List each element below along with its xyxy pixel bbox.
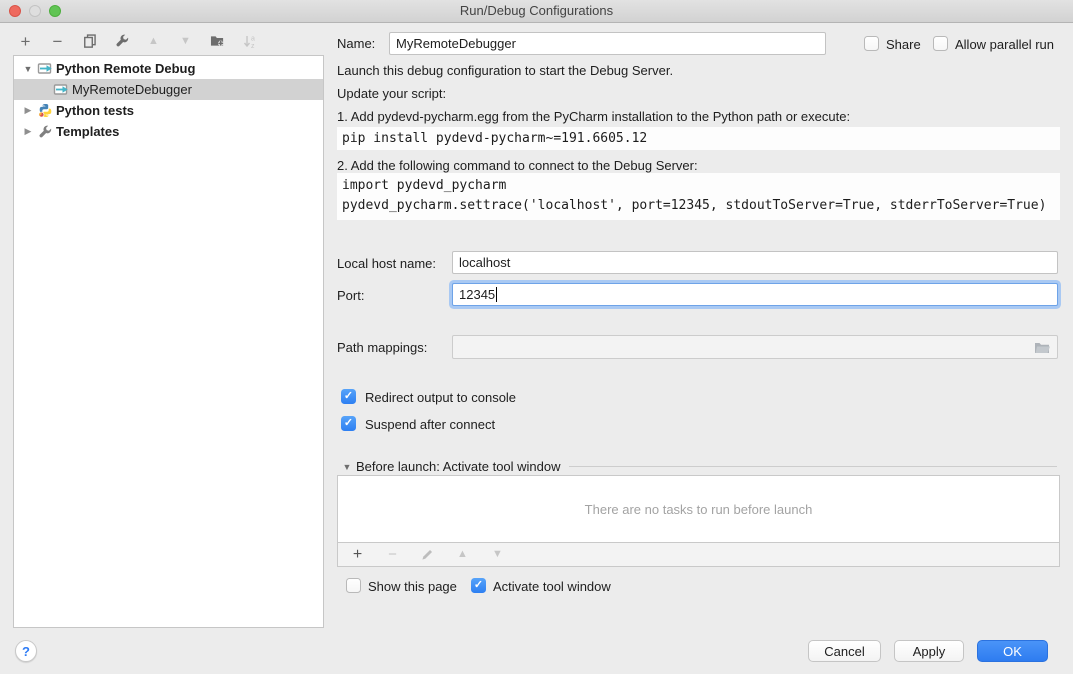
show-this-page-checkbox[interactable] [346,578,361,593]
local-host-input[interactable] [452,251,1058,274]
update-script-heading: Update your script: [337,86,446,101]
edit-defaults-button[interactable] [112,32,131,51]
python-tests-icon [36,103,54,118]
disclosure-open-icon[interactable]: ▼ [341,462,353,472]
edit-task-button[interactable] [418,545,437,564]
templates-wrench-icon [36,125,54,139]
allow-parallel-run-checkbox[interactable] [933,36,948,51]
apply-button[interactable]: Apply [894,640,964,662]
wrench-icon [115,34,129,48]
new-folder-icon [210,34,225,48]
add-configuration-button[interactable]: + [16,32,35,51]
plus-icon: + [21,33,31,50]
before-launch-toolbar: + − ▲ ▼ [337,542,1060,567]
window-title: Run/Debug Configurations [0,0,1073,22]
step2-text: 2. Add the following command to connect … [337,158,698,173]
check-icon: ✓ [344,391,353,402]
move-up-button[interactable]: ▲ [144,32,163,51]
svg-text:a: a [251,35,255,42]
intro-text: Launch this debug configuration to start… [337,63,673,78]
pencil-icon [421,548,434,561]
create-folder-button[interactable] [208,32,227,51]
share-label[interactable]: Share [886,37,921,52]
tree-item-myremotedebugger[interactable]: MyRemoteDebugger [14,79,323,100]
code-line-2: pydevd_pycharm.settrace('localhost', por… [342,196,1055,216]
disclosure-closed-icon[interactable]: ▶ [20,105,36,116]
show-this-page-label[interactable]: Show this page [368,579,457,594]
add-task-button[interactable]: + [348,545,367,564]
browse-mappings-button[interactable] [1034,342,1050,354]
settrace-code-block: import pydevd_pycharm pydevd_pycharm.set… [337,173,1060,220]
sort-az-icon: az [243,34,257,49]
name-label: Name: [337,36,375,51]
suspend-after-connect-label[interactable]: Suspend after connect [365,417,495,432]
check-icon: ✓ [474,580,483,591]
minus-icon: − [53,33,63,50]
disclosure-open-icon[interactable]: ▼ [20,64,36,74]
check-icon: ✓ [344,418,353,429]
step1-text: 1. Add pydevd-pycharm.egg from the PyCha… [337,109,850,124]
before-launch-title: Before launch: Activate tool window [356,459,561,474]
path-mappings-label: Path mappings: [337,340,427,355]
before-launch-header[interactable]: ▼ Before launch: Activate tool window [341,459,1057,474]
help-button[interactable]: ? [15,640,37,662]
folder-icon [1034,342,1050,354]
run-debug-configurations-dialog: { "window": { "title": "Run/Debug Config… [0,0,1073,674]
port-input[interactable]: 12345 [452,283,1058,306]
tree-item-label: MyRemoteDebugger [72,82,192,97]
remote-debug-config-icon [36,62,54,75]
share-checkbox[interactable] [864,36,879,51]
tree-item-python-tests[interactable]: ▶ Python tests [14,100,323,121]
configurations-tree: ▼ Python Remote Debug MyRemoteDebugger ▶… [13,55,324,628]
svg-text:z: z [251,43,255,49]
remote-debug-config-icon [52,83,70,96]
minus-icon: − [388,547,397,562]
triangle-up-icon: ▲ [457,549,468,560]
pip-install-command: pip install pydevd-pycharm~=191.6605.12 [337,127,1060,150]
empty-tasks-text: There are no tasks to run before launch [585,502,813,517]
ok-button[interactable]: OK [977,640,1048,662]
triangle-down-icon: ▼ [492,549,503,560]
local-host-label: Local host name: [337,256,436,271]
redirect-output-label[interactable]: Redirect output to console [365,390,516,405]
cancel-button[interactable]: Cancel [808,640,881,662]
activate-tool-window-label[interactable]: Activate tool window [493,579,611,594]
port-value: 12345 [459,287,495,302]
disclosure-closed-icon[interactable]: ▶ [20,126,36,137]
triangle-up-icon: ▲ [148,36,159,47]
title-bar: Run/Debug Configurations [0,0,1073,23]
port-label: Port: [337,288,364,303]
code-line-1: import pydevd_pycharm [342,176,1055,196]
before-launch-task-list[interactable]: There are no tasks to run before launch [337,475,1060,543]
tree-item-label: Templates [56,124,119,139]
remove-task-button[interactable]: − [383,545,402,564]
copy-configuration-button[interactable] [80,32,99,51]
tree-item-templates[interactable]: ▶ Templates [14,121,323,142]
suspend-after-connect-checkbox[interactable]: ✓ [341,416,356,431]
copy-icon [83,34,97,48]
configurations-toolbar: + − ▲ ▼ az [16,30,259,52]
path-mappings-field[interactable] [452,335,1058,359]
tree-item-python-remote-debug[interactable]: ▼ Python Remote Debug [14,58,323,79]
plus-icon: + [353,547,362,563]
remove-configuration-button[interactable]: − [48,32,67,51]
sort-configurations-button[interactable]: az [240,32,259,51]
section-divider [569,466,1057,467]
move-task-down-button[interactable]: ▼ [488,545,507,564]
redirect-output-checkbox[interactable]: ✓ [341,389,356,404]
move-task-up-button[interactable]: ▲ [453,545,472,564]
name-input[interactable] [389,32,826,55]
tree-item-label: Python tests [56,103,134,118]
tree-item-label: Python Remote Debug [56,61,195,76]
allow-parallel-run-label[interactable]: Allow parallel run [955,37,1054,52]
text-caret [496,287,497,302]
help-icon: ? [22,644,30,659]
activate-tool-window-checkbox[interactable]: ✓ [471,578,486,593]
move-down-button[interactable]: ▼ [176,32,195,51]
triangle-down-icon: ▼ [180,36,191,47]
